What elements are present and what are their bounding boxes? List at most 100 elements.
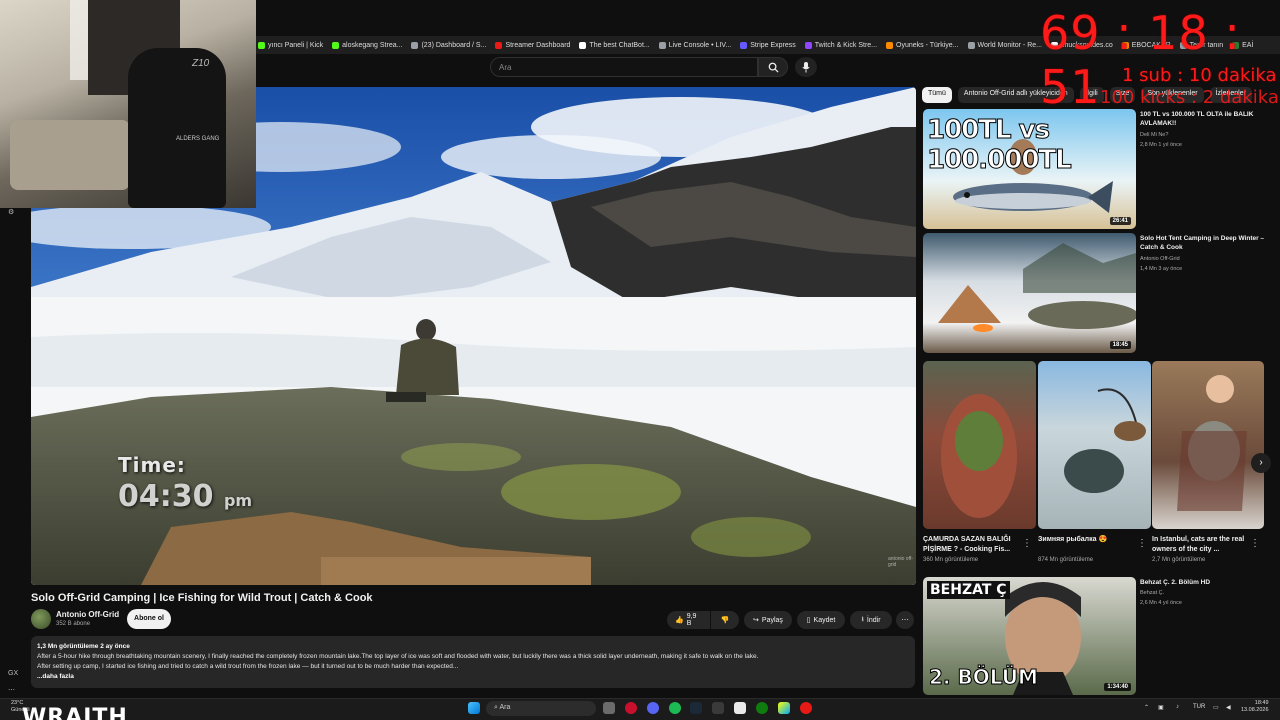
rec-thumb-text-1: 100TL vs 100.000TL (927, 115, 1073, 176)
bookmark-label: Stripe Express (750, 41, 796, 49)
description-box[interactable]: 1,3 Mn görüntüleme 2 ay önce After a 5-h… (31, 636, 915, 688)
search-input[interactable]: Ara (490, 57, 758, 77)
windows-start-icon[interactable] (468, 702, 480, 714)
more-actions-button[interactable]: ⋯ (896, 611, 914, 629)
voice-search-button[interactable] (795, 57, 817, 77)
download-button[interactable]: ⭳ İndir (850, 611, 892, 629)
search-icon (768, 62, 779, 73)
app-icon-1[interactable] (712, 702, 724, 714)
short-thumbnail-1[interactable] (923, 361, 1036, 529)
bookmark-item[interactable]: yıncı Paneli | Kick (258, 41, 323, 49)
bookmark-item[interactable]: The best ChatBot... (579, 41, 650, 49)
bookmark-favicon-icon (258, 41, 265, 49)
time-overlay: Time: 04:30 pm (118, 453, 252, 514)
channel-name[interactable]: Antonio Off-Grid (56, 610, 119, 619)
network-icon[interactable]: ▭ (1213, 704, 1219, 711)
bookmark-favicon-icon (495, 41, 503, 49)
rec-thumbnail-3[interactable]: BEHZAT Ç 2. BÖLÜM 1:34:40 (923, 577, 1136, 695)
gaming-chair (128, 48, 226, 208)
download-icon: ⭳ (861, 615, 864, 623)
short-thumbnail-2[interactable] (1038, 361, 1151, 529)
tray-arrow-icon[interactable]: ⌃ (1144, 704, 1149, 711)
bookmark-label: World Monitor - Re... (977, 41, 1042, 49)
app-icon-3[interactable] (778, 702, 790, 714)
tray-app-icon[interactable]: ▣ (1158, 704, 1164, 711)
xbox-icon[interactable] (756, 702, 768, 714)
bookmark-label: Streamer Dashboard (505, 41, 571, 49)
thumbs-up-icon: 👍 (675, 617, 684, 624)
filter-chip[interactable]: Tümü (922, 87, 952, 103)
shorts-next-button[interactable]: › (1251, 453, 1271, 473)
time-overlay-clock: 04:30 (118, 479, 214, 514)
bookmark-item[interactable]: Streamer Dashboard (495, 41, 571, 49)
rec-title-3[interactable]: Behzat Ç. 2. Bölüm HD (1140, 578, 1275, 587)
share-button[interactable]: ↪ Paylaş (744, 611, 792, 629)
rec-title-2[interactable]: Solo Hot Tent Camping in Deep Winter – C… (1140, 234, 1275, 252)
volume-icon[interactable]: ◀ (1226, 704, 1231, 711)
short-menu-3-icon[interactable]: ⋮ (1250, 538, 1260, 549)
share-icon: ↪ (753, 617, 759, 624)
bookmark-item[interactable]: Twitch & Kick Stre... (804, 41, 878, 49)
rec-channel-2[interactable]: Antonio Off-Grid (1140, 255, 1180, 263)
rec-thumb-bottom-3: 2. BÖLÜM (929, 665, 1039, 690)
spotify-icon[interactable] (669, 702, 681, 714)
cat-icon (1177, 375, 1247, 511)
input-language[interactable]: TUR (1193, 704, 1205, 710)
save-button[interactable]: ▯ Kaydet (797, 611, 845, 629)
tray-mic-icon[interactable]: ♪ (1176, 704, 1179, 710)
bookmark-item[interactable]: Stripe Express (740, 41, 796, 49)
bookmark-favicon-icon (579, 41, 587, 49)
bookmark-favicon-icon (967, 41, 975, 49)
short-title-2[interactable]: Зимняя рыбалка 😍 (1038, 535, 1146, 545)
short-meta-2: 874 Mn görüntüleme (1038, 557, 1094, 563)
bed (10, 120, 130, 190)
taskbar-search-icon: ⌕ (494, 704, 498, 711)
download-label: İndir (866, 616, 881, 624)
gx-label: GX (8, 670, 19, 677)
rec-thumbnail-2[interactable]: 18:45 (923, 233, 1136, 353)
save-label: Kaydet (813, 616, 836, 624)
rec-meta-1: 2,8 Mn 1 yıl önce (1140, 142, 1182, 148)
taskbar-search[interactable]: ⌕ Ara (486, 701, 596, 716)
chair-text: ALDERS GANG (176, 136, 220, 142)
more-icon[interactable]: ⋯ (8, 686, 15, 694)
search-button[interactable] (758, 57, 788, 77)
bookmark-favicon-icon (886, 41, 894, 49)
bookmark-item[interactable]: Live Console • LIV... (658, 41, 731, 49)
subscribe-button[interactable]: Abone ol (127, 609, 171, 629)
bookmark-item[interactable]: (23) Dashboard / S... (411, 41, 487, 49)
short-title-3[interactable]: In Istanbul, cats are the real owners of… (1152, 535, 1260, 555)
task-view-icon[interactable] (603, 702, 615, 714)
like-count: 9,9 B (686, 613, 697, 627)
bookmark-item[interactable]: aloskegang Strea... (332, 41, 403, 49)
show-more-link[interactable]: ...daha fazla (37, 673, 74, 680)
thumbs-down-icon: 👎 (720, 617, 730, 624)
views-and-date: 1,3 Mn görüntüleme 2 ay önce (37, 643, 130, 650)
bookmark-item[interactable]: Oyuneks - Türkiye... (886, 41, 959, 49)
settings-icon[interactable]: ⚙ (8, 208, 14, 216)
short-title-1[interactable]: ÇAMURDA SAZAN BALIĞI PİŞİRME ? - Cooking… (923, 535, 1031, 555)
obs-icon[interactable] (800, 702, 812, 714)
bookmark-label: aloskegang Strea... (342, 41, 403, 49)
app-icon-2[interactable] (734, 702, 746, 714)
rec-thumbnail-1[interactable]: 100TL vs 100.000TL 26:41 (923, 109, 1136, 229)
rec-duration-1: 26:41 (1109, 217, 1131, 225)
bookmark-favicon-icon (658, 41, 666, 49)
short-menu-1-icon[interactable]: ⋮ (1022, 538, 1032, 549)
channel-avatar[interactable] (31, 609, 51, 629)
short-menu-2-icon[interactable]: ⋮ (1137, 538, 1147, 549)
system-clock[interactable]: 18:49 13.08.2026 (1241, 700, 1269, 714)
dislike-button[interactable]: 👎 (711, 611, 739, 629)
opera-gx-icon[interactable] (625, 702, 637, 714)
short-thumbnail-3[interactable] (1152, 361, 1264, 529)
steam-icon[interactable] (690, 702, 702, 714)
bookmark-label: (23) Dashboard / S... (421, 41, 487, 49)
discord-icon[interactable] (647, 702, 659, 714)
browser-side-rail: GX ⋯ ⚙ (0, 208, 30, 698)
time-overlay-label: Time: (118, 453, 186, 477)
like-button[interactable]: 👍 9,9 B (667, 611, 710, 629)
rec-channel-1[interactable]: Deli Mi Ne? (1140, 131, 1168, 139)
bookmark-label: Twitch & Kick Stre... (814, 41, 878, 49)
bookmark-item[interactable]: World Monitor - Re... (967, 41, 1042, 49)
rec-channel-3[interactable]: Behzat Ç. (1140, 589, 1164, 597)
